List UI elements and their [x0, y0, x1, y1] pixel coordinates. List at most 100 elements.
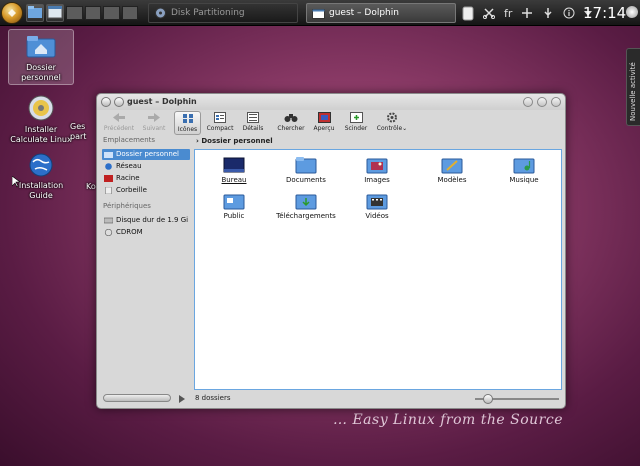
- top-panel: Disk Partitioning guest – Dolphin fr 17:…: [0, 0, 640, 26]
- network-icon[interactable]: [521, 7, 533, 19]
- scroll-right-arrow-icon[interactable]: [179, 395, 185, 403]
- file-item-telechargements[interactable]: Téléchargements: [274, 192, 338, 220]
- usb-icon[interactable]: [542, 7, 554, 19]
- keyboard-layout-indicator[interactable]: fr: [504, 7, 512, 20]
- desktop-icon-label: Dossier personnel: [21, 63, 61, 82]
- search-button[interactable]: Chercher: [275, 111, 307, 135]
- file-item-images[interactable]: Images: [345, 156, 409, 184]
- split-icon: [349, 112, 363, 123]
- keep-above-icon[interactable]: [114, 97, 124, 107]
- forward-button[interactable]: Suivant: [139, 111, 169, 135]
- virtual-desktop-pager[interactable]: [66, 6, 138, 20]
- desktop-3[interactable]: [103, 6, 120, 20]
- hard-disk-icon: [104, 217, 113, 224]
- desktop-icon-home-folder[interactable]: Dossier personnel: [8, 29, 74, 85]
- videos-folder-icon: [366, 194, 388, 210]
- application-launcher-button[interactable]: [1, 2, 23, 24]
- trash-icon: [105, 187, 112, 194]
- templates-folder-icon: [441, 158, 463, 174]
- documents-folder-icon: [295, 157, 317, 174]
- globe-icon: [29, 153, 53, 177]
- clock[interactable]: 17:14: [583, 3, 626, 23]
- home-folder-icon: [26, 36, 56, 58]
- dolphin-window: guest – Dolphin Précédent Suivant Icônes…: [96, 93, 566, 409]
- window-titlebar[interactable]: guest – Dolphin: [97, 94, 565, 110]
- file-item-modeles[interactable]: Modèles: [420, 156, 484, 184]
- info-icon[interactable]: [563, 7, 575, 19]
- installer-disc-icon: [28, 95, 54, 121]
- device-hard-disk[interactable]: Disque dur de 1.9 Gi: [102, 215, 190, 226]
- folder-icon: [312, 9, 325, 19]
- binoculars-icon: [284, 114, 298, 122]
- new-activity-label: Nouvelle activité: [629, 62, 637, 121]
- music-folder-icon: [513, 158, 535, 174]
- places-heading: Emplacements: [103, 136, 156, 144]
- breadcrumb-arrow-icon: ›: [196, 137, 199, 145]
- public-folder-icon: [223, 194, 245, 210]
- file-item-musique[interactable]: Musique: [492, 156, 556, 184]
- zoom-slider-handle[interactable]: [483, 394, 493, 404]
- desktop-2[interactable]: [84, 6, 101, 20]
- downloads-folder-icon: [295, 194, 317, 210]
- compact-view-button[interactable]: Compact: [204, 111, 236, 135]
- images-folder-icon: [366, 158, 388, 174]
- desktop-icon-installer[interactable]: Installer Calculate Linux: [8, 94, 74, 145]
- status-bar: 8 dossiers: [97, 390, 565, 408]
- system-tray: fr: [462, 4, 593, 22]
- places-panel: Emplacements Dossier personnel Réseau Ra…: [100, 136, 192, 388]
- status-text: 8 dossiers: [195, 394, 231, 402]
- scissors-icon[interactable]: [483, 7, 495, 19]
- sidebar-scrollbar[interactable]: [103, 394, 171, 402]
- home-folder-icon[interactable]: [26, 4, 44, 22]
- breadcrumb-item[interactable]: Dossier personnel: [201, 137, 272, 145]
- desktop-4[interactable]: [121, 6, 138, 20]
- task-label: guest – Dolphin: [329, 8, 399, 18]
- mouse-cursor-icon: [12, 176, 20, 188]
- compact-view-icon: [214, 112, 226, 123]
- details-view-icon: [247, 112, 259, 123]
- desktop-folder-icon: [223, 157, 245, 173]
- panel-toolbox-icon[interactable]: [626, 6, 638, 18]
- window-title: guest – Dolphin: [127, 97, 197, 106]
- file-item-documents[interactable]: Documents: [274, 156, 338, 184]
- close-button[interactable]: [551, 97, 561, 107]
- preview-icon: [317, 112, 331, 123]
- back-button[interactable]: Précédent: [101, 111, 137, 135]
- desktop-1[interactable]: [66, 6, 83, 20]
- file-view[interactable]: Bureau Documents Images Modèles Musique …: [194, 149, 562, 390]
- new-activity-tab[interactable]: Nouvelle activité: [626, 48, 640, 126]
- devices-heading: Périphériques: [103, 202, 151, 210]
- network-globe-icon: [105, 163, 112, 170]
- file-item-videos[interactable]: Vidéos: [345, 192, 409, 220]
- browser-icon[interactable]: [46, 4, 64, 22]
- breadcrumb[interactable]: › Dossier personnel: [196, 137, 273, 145]
- chevron-down-icon: ⌄: [402, 125, 408, 132]
- place-network[interactable]: Réseau: [102, 161, 190, 172]
- task-disk-partitioning[interactable]: Disk Partitioning: [148, 3, 298, 23]
- task-label: Disk Partitioning: [171, 8, 245, 18]
- forward-arrow-icon: [148, 113, 160, 122]
- place-home-folder[interactable]: Dossier personnel: [102, 149, 190, 160]
- gear-icon: [387, 112, 397, 123]
- desktop-icon-label: Installer Calculate Linux: [10, 125, 72, 144]
- icons-view-button[interactable]: Icônes: [174, 111, 201, 135]
- details-view-button[interactable]: Détails: [239, 111, 267, 135]
- cdrom-icon: [104, 229, 113, 236]
- split-button[interactable]: Scinder: [343, 111, 369, 135]
- task-dolphin[interactable]: guest – Dolphin: [306, 3, 456, 23]
- toolbar: Précédent Suivant Icônes Compact Détails…: [97, 110, 565, 136]
- clipboard-icon[interactable]: [462, 5, 474, 21]
- icons-view-icon: [182, 114, 193, 123]
- control-menu-button[interactable]: Contrôle⌄: [375, 111, 409, 135]
- home-folder-icon: [104, 152, 113, 158]
- file-item-public[interactable]: Public: [202, 192, 266, 220]
- disk-icon: [155, 7, 166, 19]
- place-trash[interactable]: Corbeille: [102, 185, 190, 196]
- window-menu-icon[interactable]: [101, 97, 111, 107]
- help-button[interactable]: [523, 97, 533, 107]
- device-cdrom[interactable]: CDROM: [102, 227, 190, 238]
- minimize-button[interactable]: [537, 97, 547, 107]
- preview-button[interactable]: Aperçu: [311, 111, 337, 135]
- place-root[interactable]: Racine: [102, 173, 190, 184]
- file-item-bureau[interactable]: Bureau: [202, 156, 266, 184]
